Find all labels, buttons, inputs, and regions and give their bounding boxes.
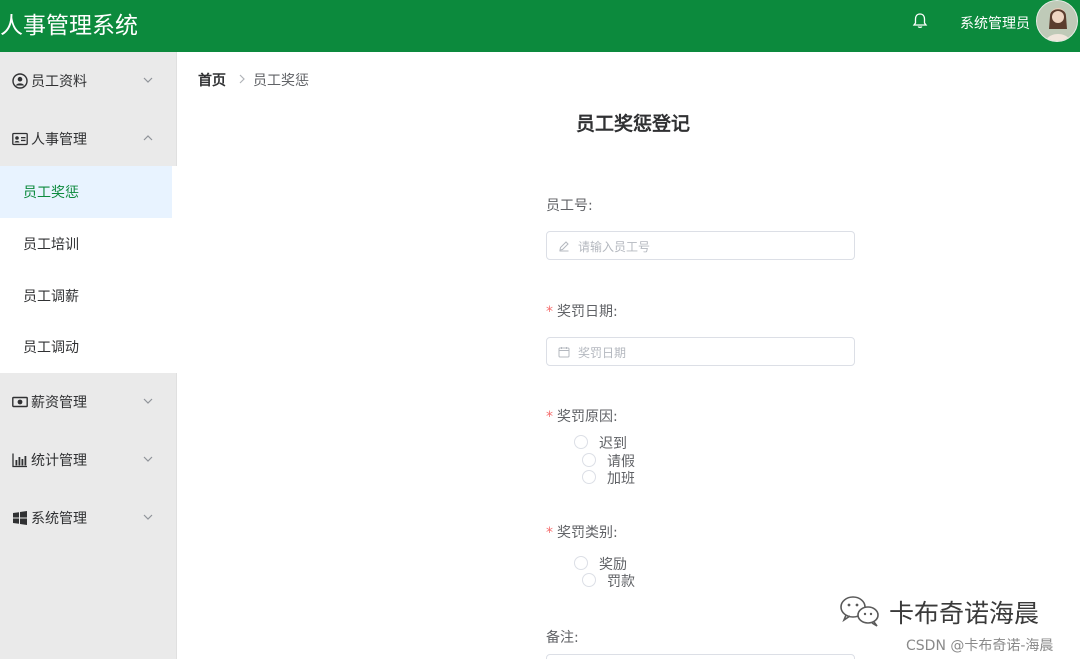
radio-circle[interactable] (582, 573, 596, 587)
date-placeholder: 奖罚日期 (578, 346, 627, 360)
sidebar: 员工资料 人事管理 员工奖惩 员工培训 员工调薪 员工调动 薪资管理 统计管理 … (0, 52, 177, 659)
radio-circle[interactable] (574, 556, 588, 570)
date-label: * 奖罚日期: (546, 301, 618, 321)
category-label: * 奖罚类别: (546, 522, 618, 542)
required-mark: * (546, 409, 553, 425)
radio-circle[interactable] (582, 470, 596, 484)
sidebar-menu-employee-info[interactable]: 员工资料 (0, 52, 177, 108)
sidebar-item-training[interactable]: 员工培训 (0, 218, 177, 270)
sidebar-menu-hr[interactable]: 人事管理 (0, 110, 177, 166)
money-icon (12, 396, 28, 408)
breadcrumb: 首页 员工奖惩 (198, 70, 309, 90)
bell-icon[interactable] (911, 12, 929, 30)
breadcrumb-current: 员工奖惩 (253, 73, 309, 89)
wechat-icon (840, 596, 879, 627)
reason-label: * 奖罚原因: (546, 406, 618, 426)
radio-label: 罚款 (607, 574, 635, 590)
employee-id-input[interactable]: 请输入员工号 (546, 231, 855, 260)
required-mark: * (546, 304, 553, 320)
sidebar-menu-label: 员工资料 (31, 74, 87, 90)
app-title: 人事管理系统 (0, 13, 138, 39)
watermark-source: CSDN @卡布奇诺-海晨 (906, 638, 1054, 654)
sidebar-item-label: 员工培训 (23, 237, 79, 253)
sidebar-item-label: 员工调动 (23, 340, 79, 356)
employee-id-label: 员工号: (546, 198, 593, 214)
chevron-up-icon (143, 135, 153, 141)
sidebar-item-label: 员工奖惩 (23, 185, 79, 201)
radio-circle[interactable] (574, 435, 588, 449)
chevron-down-icon (143, 77, 153, 83)
sidebar-menu-salary[interactable]: 薪资管理 (0, 373, 177, 429)
sidebar-item-salary-adjust[interactable]: 员工调薪 (0, 270, 177, 322)
edit-icon (559, 241, 569, 252)
windows-icon (13, 511, 27, 525)
remark-label: 备注: (546, 630, 579, 646)
sidebar-item-rewards[interactable]: 员工奖惩 (0, 166, 172, 218)
chevron-down-icon (143, 398, 153, 404)
remark-input[interactable] (546, 654, 855, 659)
category-label-text: 奖罚类别: (557, 525, 618, 541)
sidebar-menu-label: 人事管理 (31, 132, 87, 148)
calendar-icon (558, 347, 570, 358)
radio-label: 加班 (607, 471, 635, 487)
sidebar-menu-label: 系统管理 (31, 511, 87, 527)
form-title: 员工奖惩登记 (576, 113, 691, 135)
chevron-down-icon (143, 514, 153, 520)
user-name[interactable]: 系统管理员 (960, 13, 1030, 33)
reason-label-text: 奖罚原因: (557, 409, 618, 425)
chevron-down-icon (143, 456, 153, 462)
radio-circle[interactable] (582, 453, 596, 467)
employee-id-placeholder: 请输入员工号 (578, 240, 651, 254)
chevron-right-icon (239, 74, 245, 84)
user-circle-icon (12, 73, 28, 89)
date-label-text: 奖罚日期: (557, 304, 618, 320)
sidebar-menu-system[interactable]: 系统管理 (0, 489, 177, 545)
breadcrumb-home[interactable]: 首页 (198, 73, 226, 89)
sidebar-menu-statistics[interactable]: 统计管理 (0, 431, 177, 487)
avatar[interactable] (1036, 0, 1078, 42)
sidebar-menu-label: 统计管理 (31, 453, 87, 469)
date-picker[interactable]: 奖罚日期 (546, 337, 855, 366)
sidebar-menu-label: 薪资管理 (31, 395, 87, 411)
bar-chart-icon (12, 453, 27, 468)
watermark-author: 卡布奇诺海晨 (889, 599, 1040, 628)
hr-submenu: 员工奖惩 员工培训 员工调薪 员工调动 (0, 166, 177, 373)
top-header: 人事管理系统 系统管理员 (0, 0, 1080, 52)
sidebar-item-transfer[interactable]: 员工调动 (0, 321, 177, 373)
sidebar-item-label: 员工调薪 (23, 289, 79, 305)
radio-label: 迟到 (599, 436, 627, 452)
id-card-icon (12, 132, 28, 146)
required-mark: * (546, 525, 553, 541)
